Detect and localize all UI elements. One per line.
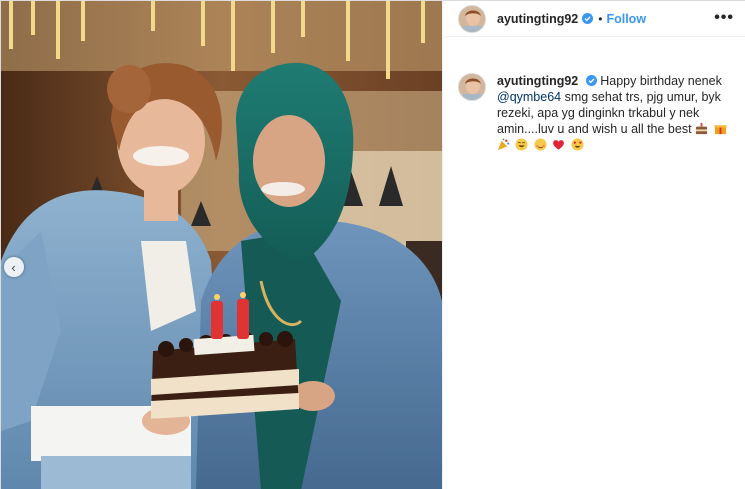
post-photo[interactable]: ‹ [1, 1, 442, 489]
caption-comment: ayutingting92 Happy birthday nenek @qymb… [443, 37, 745, 153]
chevron-left-icon: ‹ [11, 259, 16, 275]
heart-eyes-emoji-icon [571, 138, 584, 151]
party-popper-emoji-icon [497, 138, 510, 151]
follow-button[interactable]: Follow [606, 12, 646, 26]
verified-badge-icon [582, 13, 594, 24]
photo-illustration [1, 1, 442, 489]
avatar-image [459, 74, 485, 100]
mention-link[interactable]: @qymbe64 [497, 90, 561, 104]
avatar-image [459, 5, 485, 32]
header-username-link[interactable]: ayutingting92 [497, 12, 578, 26]
caption-username-link[interactable]: ayutingting92 [497, 74, 578, 88]
caption-text-start: Happy birthday nenek [600, 74, 722, 88]
header-separator: • [598, 11, 603, 26]
avatar[interactable] [458, 4, 486, 33]
caption-avatar[interactable] [458, 73, 486, 101]
verified-badge-icon [585, 75, 597, 86]
gift-emoji-icon [713, 125, 727, 135]
smiling-eyes-emoji-icon [515, 138, 529, 151]
carousel-prev-button[interactable]: ‹ [4, 257, 24, 277]
instagram-post: ‹ ayutingting92 • Follow ••• ayutingting… [0, 0, 745, 489]
post-side-panel: ayutingting92 • Follow ••• ayutingting92 [442, 1, 745, 489]
red-heart-emoji-icon [553, 140, 565, 150]
post-header: ayutingting92 • Follow ••• [443, 1, 745, 37]
cake-emoji-icon [695, 122, 708, 135]
blush-emoji-icon [534, 138, 547, 151]
more-options-icon[interactable]: ••• [714, 9, 734, 27]
caption-text: ayutingting92 Happy birthday nenek @qymb… [497, 73, 731, 153]
